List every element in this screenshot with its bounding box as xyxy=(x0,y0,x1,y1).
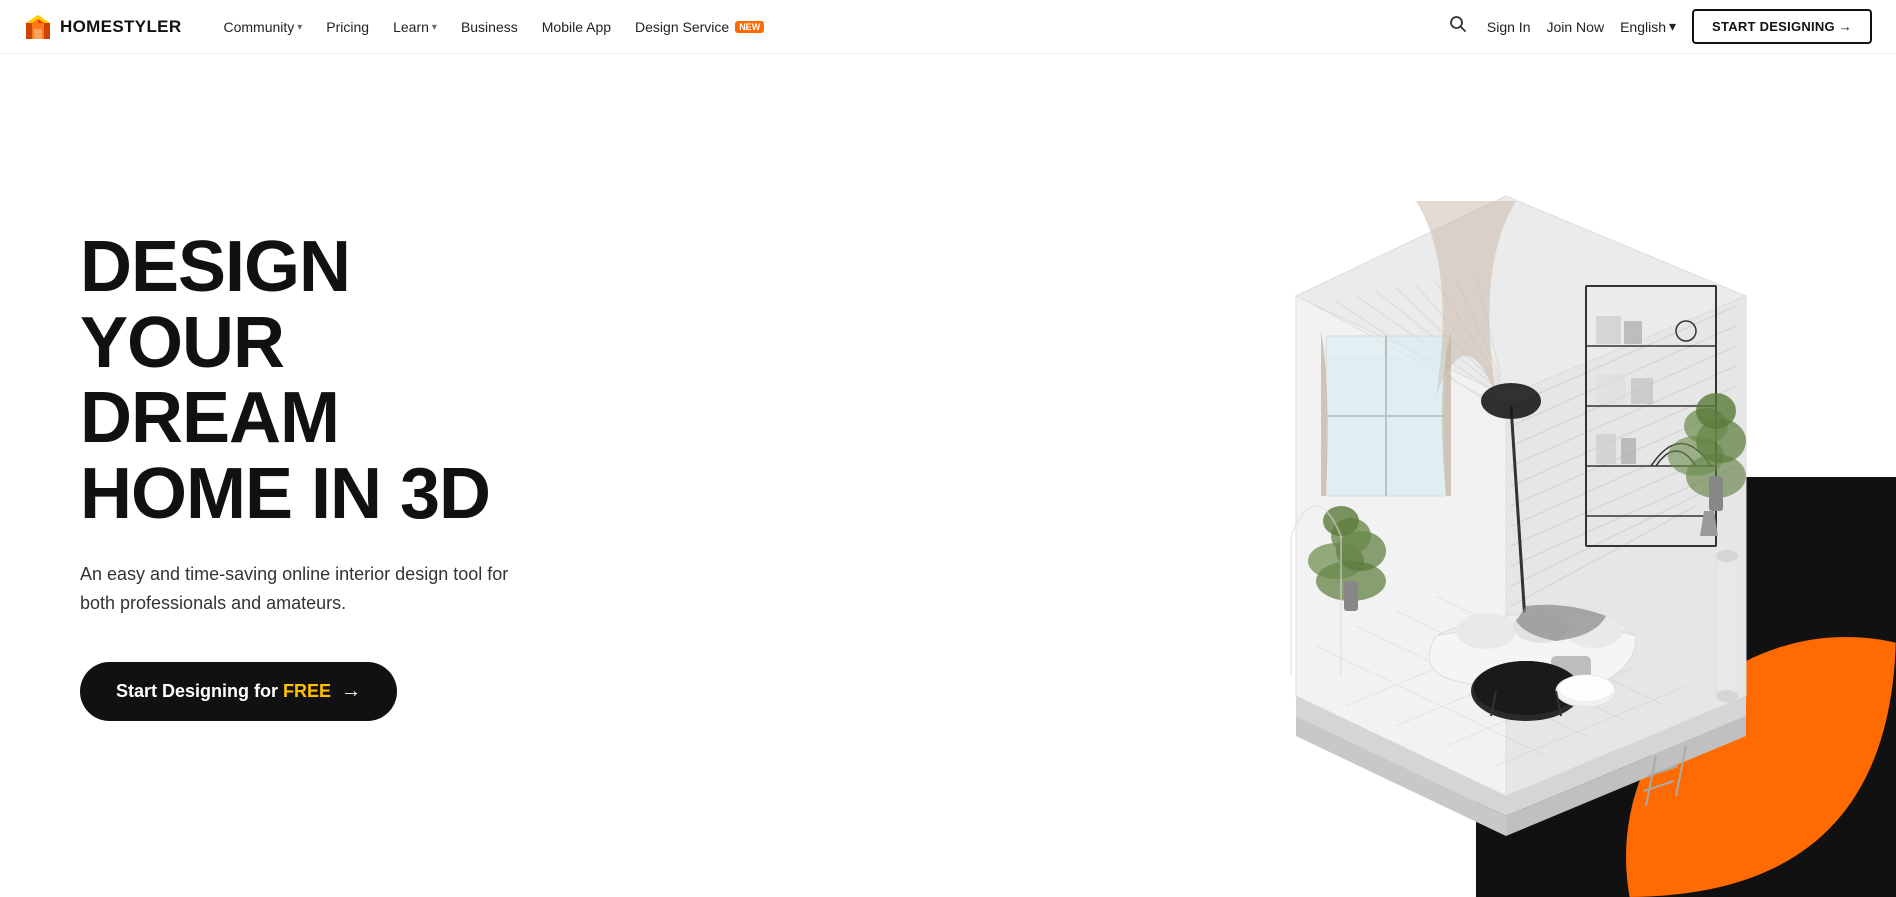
chevron-down-icon: ▾ xyxy=(432,22,437,33)
chevron-down-icon: ▾ xyxy=(297,22,302,33)
hero-section: DESIGN YOUR DREAM HOME IN 3D An easy and… xyxy=(0,54,1896,897)
chevron-down-icon: ▾ xyxy=(1669,18,1676,35)
brand-name: HOMESTYLER xyxy=(60,17,181,37)
start-designing-button[interactable]: START DESIGNING → xyxy=(1692,9,1872,44)
join-now-link[interactable]: Join Now xyxy=(1546,19,1604,35)
navbar-left: HOMESTYLER Community ▾ Pricing Learn ▾ B… xyxy=(24,13,774,41)
hero-content: DESIGN YOUR DREAM HOME IN 3D An easy and… xyxy=(0,170,600,781)
nav-links: Community ▾ Pricing Learn ▾ Business Mob… xyxy=(213,13,774,41)
hero-title: DESIGN YOUR DREAM HOME IN 3D xyxy=(80,230,520,532)
cta-text: Start Designing for FREE xyxy=(116,681,331,702)
sign-in-link[interactable]: Sign In xyxy=(1487,19,1531,35)
cta-start-designing[interactable]: Start Designing for FREE → xyxy=(80,662,397,721)
nav-learn[interactable]: Learn ▾ xyxy=(383,13,447,41)
logo-icon xyxy=(24,13,52,41)
new-badge: NEW xyxy=(735,21,764,33)
nav-mobile-app[interactable]: Mobile App xyxy=(532,13,621,41)
nav-business[interactable]: Business xyxy=(451,13,528,41)
search-icon[interactable] xyxy=(1445,11,1471,42)
nav-design-service[interactable]: Design Service NEW xyxy=(625,13,774,41)
nav-pricing[interactable]: Pricing xyxy=(316,13,379,41)
navbar: HOMESTYLER Community ▾ Pricing Learn ▾ B… xyxy=(0,0,1896,54)
hero-visual xyxy=(664,54,1896,897)
cta-arrow-icon: → xyxy=(341,680,361,703)
hero-subtitle: An easy and time-saving online interior … xyxy=(80,560,520,618)
language-selector[interactable]: English ▾ xyxy=(1620,18,1676,35)
logo-link[interactable]: HOMESTYLER xyxy=(24,13,181,41)
room-illustration xyxy=(1096,116,1896,836)
nav-community[interactable]: Community ▾ xyxy=(213,13,312,41)
navbar-right: Sign In Join Now English ▾ START DESIGNI… xyxy=(1445,9,1872,44)
